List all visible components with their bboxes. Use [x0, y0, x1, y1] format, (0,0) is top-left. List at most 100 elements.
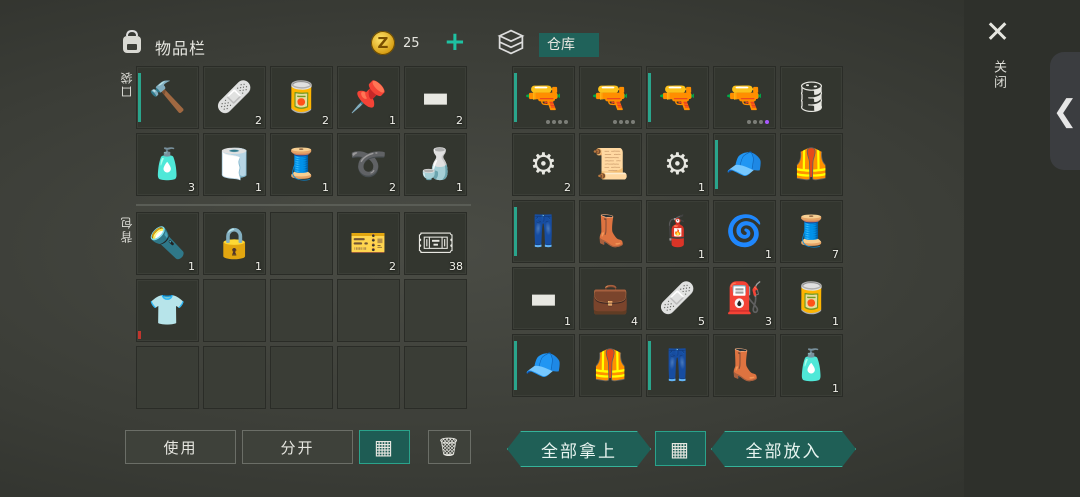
item-slot-pistol[interactable]: 🔫 — [512, 66, 575, 129]
item-count: 1 — [765, 248, 772, 261]
item-slot-padlock-key[interactable]: 🔒 1 — [203, 212, 266, 275]
storage-scroll-area[interactable]: 🔫 🔫 🔫 🔫 🛢 ⚙ 2 📜 ⚙ 1 🧢 🦺 👖 👢 🧯 1 🌀 1 🧵 7 ▬ 1 💼 4 🩹 5 ⛽ 3 🥫 1 🧢 🦺 👖 👢 🧴 1 — [512, 66, 850, 412]
close-icon[interactable]: ✕ — [985, 18, 1010, 48]
sort-inventory-button[interactable]: ▦ — [359, 430, 410, 464]
ammo-slots — [613, 120, 635, 124]
storage-boxes-icon — [497, 28, 525, 56]
shirt-icon: 👕 — [148, 293, 187, 328]
item-slot-spring[interactable]: 🌀 1 — [713, 200, 776, 263]
item-slot-soda-can[interactable]: 🥫 2 — [270, 66, 333, 129]
item-slot-boots[interactable]: 👢 — [579, 200, 642, 263]
item-count: 1 — [456, 181, 463, 194]
item-slot-blueprint-scroll[interactable]: 📜 — [579, 133, 642, 196]
empty-slot[interactable] — [337, 279, 400, 342]
item-slot-cloth[interactable]: 🧻 1 — [203, 133, 266, 196]
item-count: 1 — [698, 181, 705, 194]
empty-slot[interactable] — [270, 212, 333, 275]
item-slot-coupon-green[interactable]: 🎟 38 — [404, 212, 467, 275]
item-count: 2 — [255, 114, 262, 127]
item-slot-camo-pants[interactable]: 👖 — [646, 334, 709, 397]
item-count: 3 — [765, 315, 772, 328]
item-slot-blue-fuel-tank[interactable]: 🛢 — [780, 66, 843, 129]
item-slot-hammer[interactable]: 🔨 — [136, 66, 199, 129]
pocket-label: 口袋 — [120, 70, 134, 98]
item-count: 1 — [698, 248, 705, 261]
coin-count: 25 — [403, 36, 420, 51]
side-panel-handle[interactable]: ❮ — [1050, 52, 1080, 170]
item-slot-wire-spool[interactable]: 🧵 7 — [780, 200, 843, 263]
item-slot-wire-spool[interactable]: 🧵 1 — [270, 133, 333, 196]
empty-slot[interactable] — [203, 279, 266, 342]
item-count: 1 — [188, 260, 195, 273]
item-slot-camo-pants[interactable]: 👖 — [512, 200, 575, 263]
item-slot-gas-cylinder[interactable]: 🧯 1 — [646, 200, 709, 263]
empty-slot[interactable] — [337, 346, 400, 409]
empty-slot[interactable] — [270, 279, 333, 342]
trash-button[interactable]: 🗑 — [428, 430, 471, 464]
item-slot-camo-vest[interactable]: 🦺 — [780, 133, 843, 196]
item-slot-assault-rifle[interactable]: 🔫 — [579, 66, 642, 129]
item-slot-camo-cap[interactable]: 🧢 — [713, 133, 776, 196]
ammo-slots — [747, 120, 769, 124]
item-count: 2 — [389, 181, 396, 194]
chevron-left-icon: ❮ — [1052, 93, 1078, 129]
coin-icon: Z — [371, 31, 395, 55]
item-count: 1 — [564, 315, 571, 328]
item-count: 1 — [322, 181, 329, 194]
item-slot-bandage[interactable]: 🩹 2 — [203, 66, 266, 129]
split-button[interactable]: 分开 — [242, 430, 353, 464]
item-slot-camo-vest[interactable]: 🦺 — [579, 334, 642, 397]
take-all-button[interactable]: 全部拿上 — [507, 431, 651, 467]
grid-icon: ▦ — [374, 435, 395, 459]
item-slot-spray-paint[interactable]: 🧴 1 — [780, 334, 843, 397]
close-label[interactable]: 关闭 — [989, 60, 1008, 90]
item-slot-coupon-orange[interactable]: 🎫 2 — [337, 212, 400, 275]
item-count: 1 — [832, 315, 839, 328]
item-slot-bandage[interactable]: 🩹 5 — [646, 267, 709, 330]
boots-icon: 👢 — [725, 348, 764, 383]
item-slot-rifle[interactable]: 🔫 — [713, 66, 776, 129]
backpack-label: 背包 — [120, 215, 134, 243]
camo-vest-icon: 🦺 — [792, 147, 831, 182]
trash-icon: 🗑 — [437, 436, 462, 458]
use-button[interactable]: 使用 — [125, 430, 236, 464]
item-slot-jerrycan[interactable]: ⛽ 3 — [713, 267, 776, 330]
item-slot-grenade-launcher[interactable]: 🔫 — [646, 66, 709, 129]
empty-slot[interactable] — [270, 346, 333, 409]
empty-slot[interactable] — [136, 346, 199, 409]
empty-slot[interactable] — [203, 346, 266, 409]
camo-vest-icon: 🦺 — [591, 348, 630, 383]
pocket-grid: 🔨 🩹 2 🥫 2 📌 1 ▬ 2 🧴 3 🧻 1 🧵 1 ➰ 2 🍶 1 — [136, 66, 467, 196]
item-slot-medicine-bottle[interactable]: 🧴 3 — [136, 133, 199, 196]
item-slot-nails[interactable]: 📌 1 — [337, 66, 400, 129]
item-slot-gear[interactable]: ⚙ 1 — [646, 133, 709, 196]
item-slot-medkit[interactable]: 💼 4 — [579, 267, 642, 330]
backpack-icon — [118, 28, 146, 56]
item-slot-camo-cap[interactable]: 🧢 — [512, 334, 575, 397]
item-count: 2 — [389, 260, 396, 273]
item-slot-shirt[interactable]: 👕 — [136, 279, 199, 342]
item-slot-iron-ingot[interactable]: ▬ 1 — [512, 267, 575, 330]
item-count: 2 — [322, 114, 329, 127]
tab-storage[interactable]: 仓库 — [539, 33, 599, 57]
add-coins-button[interactable]: + — [444, 29, 466, 55]
camo-cap-icon: 🧢 — [524, 348, 563, 383]
empty-slot[interactable] — [404, 279, 467, 342]
item-slot-plastic-bottle[interactable]: 🍶 1 — [404, 133, 467, 196]
item-slot-electrical-wire[interactable]: ➰ 2 — [337, 133, 400, 196]
grenade-launcher-icon: 🔫 — [658, 80, 697, 115]
item-count: 1 — [389, 114, 396, 127]
sort-storage-button[interactable]: ▦ — [655, 431, 706, 466]
put-all-button[interactable]: 全部放入 — [711, 431, 856, 467]
item-slot-iron-ingot[interactable]: ▬ 2 — [404, 66, 467, 129]
blue-fuel-tank-icon: 🛢 — [792, 80, 831, 115]
item-slot-oil-filter[interactable]: 🥫 1 — [780, 267, 843, 330]
item-slot-engine-part[interactable]: ⚙ 2 — [512, 133, 575, 196]
item-slot-flashlight[interactable]: 🔦 1 — [136, 212, 199, 275]
item-slot-boots[interactable]: 👢 — [713, 334, 776, 397]
empty-slot[interactable] — [404, 346, 467, 409]
item-count: 7 — [832, 248, 839, 261]
blueprint-scroll-icon: 📜 — [591, 147, 630, 182]
item-count: 4 — [631, 315, 638, 328]
ammo-slots — [546, 120, 568, 124]
